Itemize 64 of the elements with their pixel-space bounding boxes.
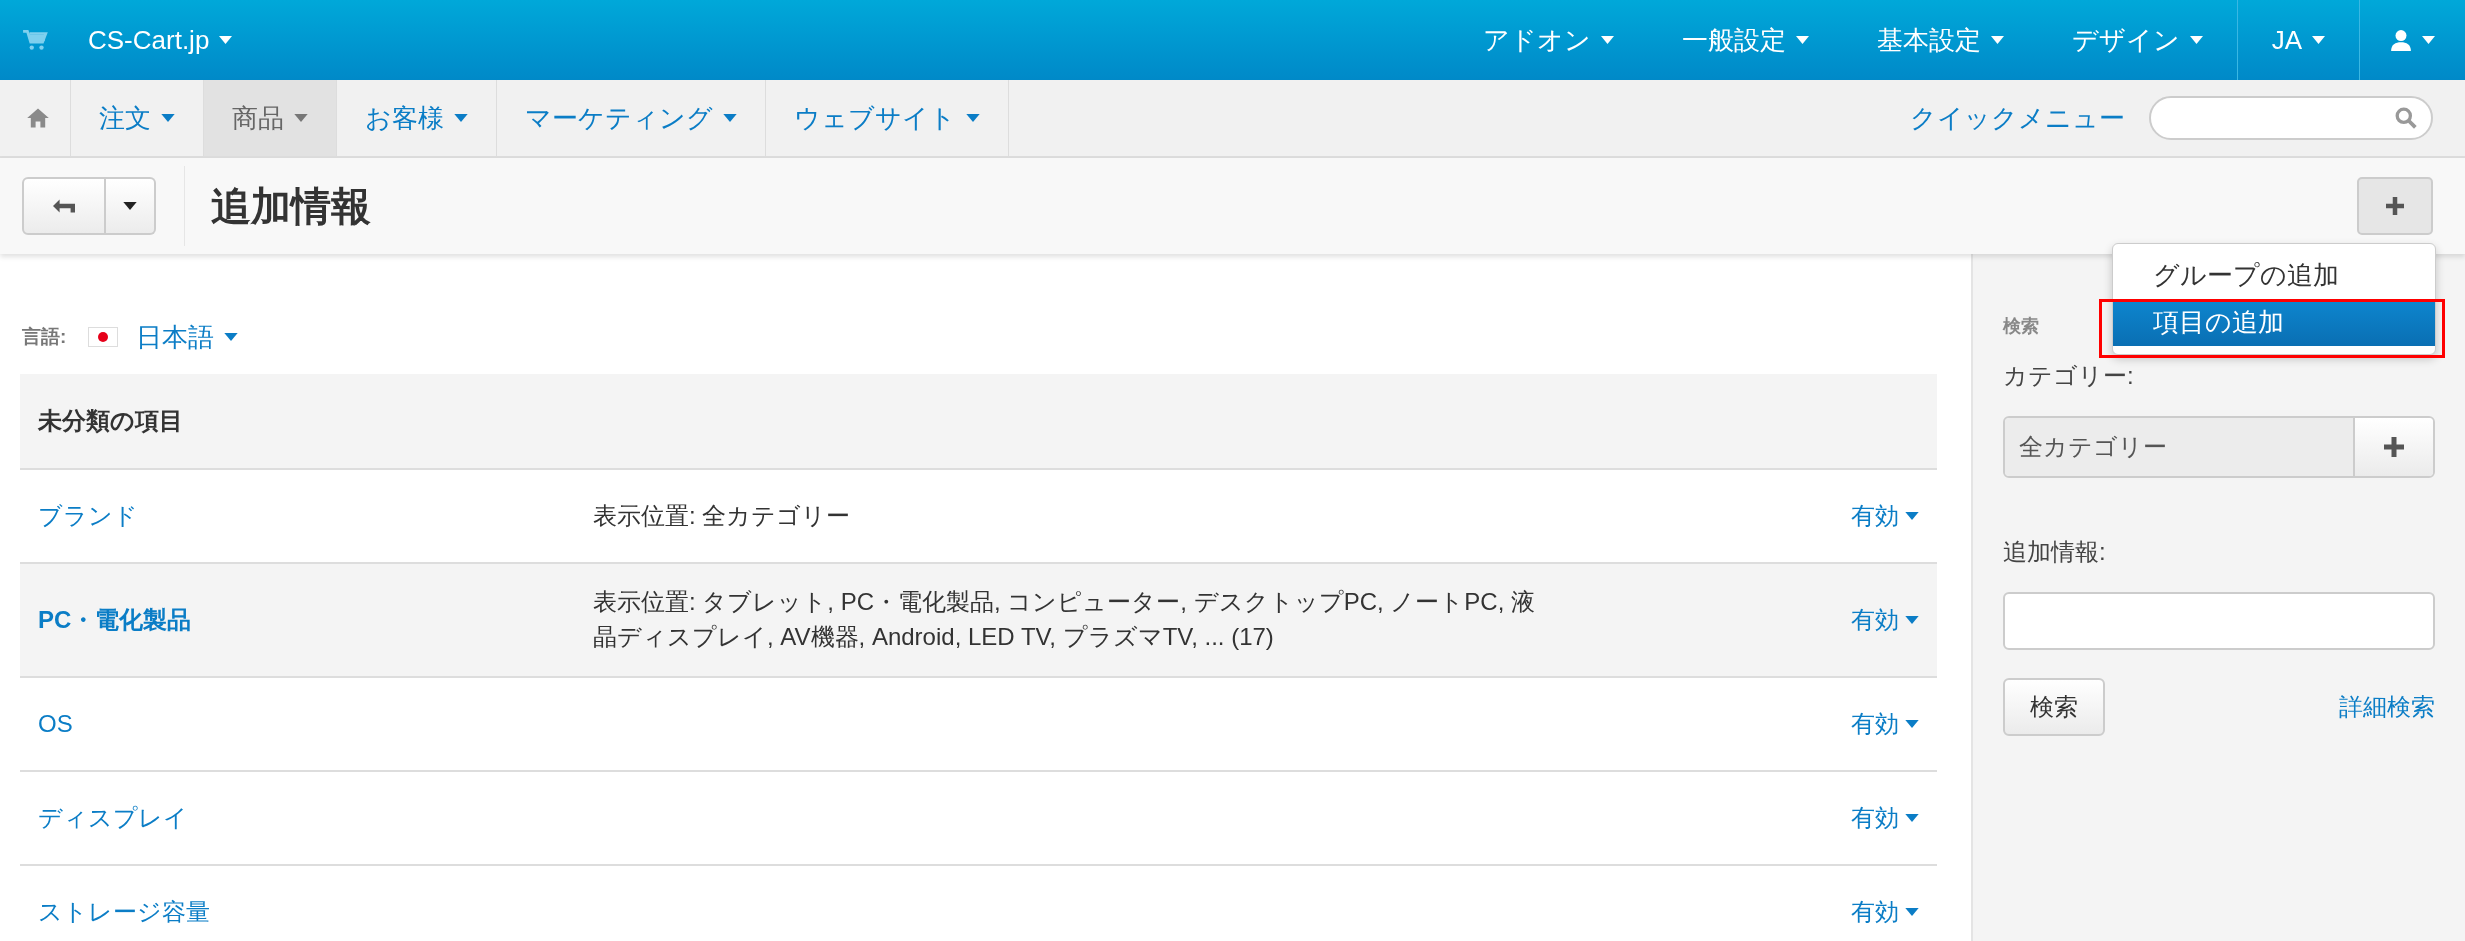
caret-icon (1905, 814, 1919, 822)
add-button[interactable] (2357, 177, 2433, 235)
back-dropdown-button[interactable] (106, 177, 156, 235)
status-dropdown[interactable]: 有効 (1851, 500, 1919, 532)
top-menu[interactable]: 基本設定 (1842, 0, 2038, 80)
caret-icon (1905, 908, 1919, 916)
nav-tab[interactable]: 商品 (204, 80, 337, 156)
nav-tab[interactable]: お客様 (337, 80, 497, 156)
caret-icon (1905, 512, 1919, 520)
group-title: 未分類の項目 (38, 406, 183, 436)
status-dropdown[interactable]: 有効 (1851, 708, 1919, 740)
back-button[interactable] (22, 177, 106, 235)
sidebar-title: 検索 (2003, 315, 2039, 338)
quick-menu-link[interactable]: クイックメニュー (1910, 100, 2125, 136)
caret-icon (123, 202, 137, 210)
status-dropdown[interactable]: 有効 (1851, 604, 1919, 636)
caret-icon (224, 333, 239, 341)
search-field[interactable] (2149, 96, 2433, 140)
caret-icon (219, 36, 233, 44)
feature-name-link[interactable]: PC・電化製品 (38, 604, 593, 636)
store-menu[interactable]: CS-Cart.jp (78, 0, 267, 80)
caret-icon (1905, 616, 1919, 624)
feature-name-link[interactable]: ブランド (38, 500, 593, 532)
status-dropdown[interactable]: 有効 (1851, 896, 1919, 928)
caret-icon (723, 114, 737, 122)
top-menu[interactable]: アドオン (1448, 0, 1648, 80)
display-location-text: 表示位置: 全カテゴリー (593, 501, 851, 529)
nav-tab[interactable]: ウェブサイト (766, 80, 1009, 156)
caret-icon (2422, 36, 2435, 44)
feature-name-link[interactable]: ディスプレイ (38, 802, 593, 834)
top-menu[interactable]: デザイン (2037, 0, 2237, 80)
search-icon (2395, 107, 2417, 129)
caret-icon (1905, 720, 1919, 728)
caret-icon (1795, 36, 1809, 44)
caret-icon (1600, 36, 1614, 44)
language-label: 言語: (22, 325, 67, 349)
feature-name-link[interactable]: ストレージ容量 (38, 896, 593, 928)
cart-icon[interactable] (22, 29, 48, 51)
caret-icon (294, 114, 308, 122)
display-location-text: 表示位置: タブレット, PC・電化製品, コンピューター, デスクトップPC, ノートPC, 液晶ディスプレイ, AV機器, Android, LED TV, プラズマTV, ... (17) (593, 588, 1536, 650)
user-icon (2390, 29, 2412, 51)
feature-label: 追加情報: (2003, 537, 2106, 567)
flag-icon (88, 327, 119, 347)
status-dropdown[interactable]: 有効 (1851, 802, 1919, 834)
feature-input-field[interactable] (2003, 592, 2435, 650)
caret-icon (161, 114, 175, 122)
nav-tab[interactable]: マーケティング (497, 80, 766, 156)
top-menu[interactable]: 一般設定 (1647, 0, 1843, 80)
caret-icon (2312, 36, 2325, 44)
caret-icon (966, 114, 980, 122)
caret-icon (2189, 36, 2203, 44)
menu-item[interactable]: 項目の追加 (2113, 299, 2435, 346)
page-title: 追加情報 (211, 182, 371, 230)
back-arrow-icon (53, 199, 75, 213)
caret-icon (1990, 36, 2004, 44)
search-button[interactable]: 検索 (2003, 678, 2105, 736)
advanced-search-link[interactable]: 詳細検索 (2339, 691, 2435, 723)
home-icon (26, 107, 50, 129)
menu-item[interactable]: グループの追加 (2113, 252, 2435, 299)
feature-name-link[interactable]: OS (38, 710, 593, 738)
caret-icon (454, 114, 468, 122)
plus-icon (2386, 197, 2404, 215)
language-selector[interactable]: 日本語 (136, 319, 239, 355)
category-label: カテゴリー: (2003, 361, 2134, 391)
